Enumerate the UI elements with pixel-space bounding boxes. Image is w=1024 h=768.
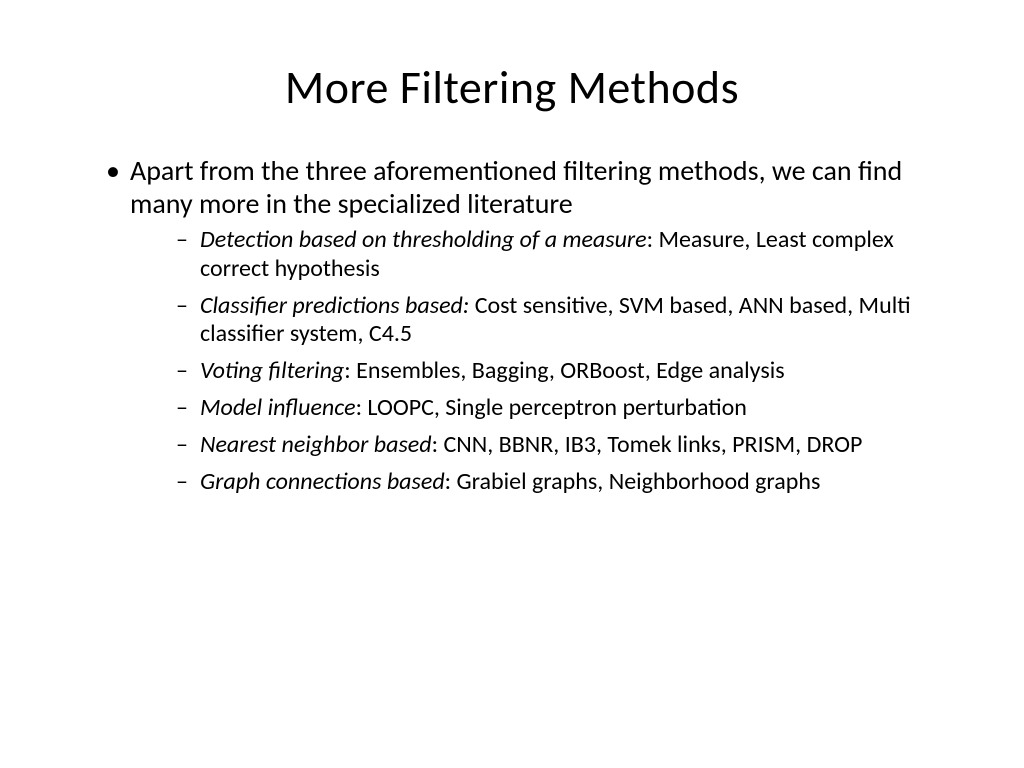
sub-item-label: Graph connections based — [200, 467, 445, 496]
sub-item-label: Detection based on thresholding of a mea… — [200, 225, 647, 254]
main-bullet: Apart from the three aforementioned filt… — [100, 154, 944, 496]
sub-item-text: : LOOPC, Single perceptron perturbation — [356, 393, 747, 422]
sub-item: Detection based on thresholding of a mea… — [170, 226, 944, 284]
slide-title: More Filtering Methods — [80, 60, 944, 116]
sub-item: Voting filtering: Ensembles, Bagging, OR… — [170, 357, 944, 386]
sub-item-label: Nearest neighbor based — [200, 430, 432, 459]
sub-list: Detection based on thresholding of a mea… — [130, 226, 944, 496]
sub-item-text: : CNN, BBNR, IB3, Tomek links, PRISM, DR… — [432, 430, 863, 459]
sub-item-label: Model influence — [200, 393, 356, 422]
sub-item-text: : Grabiel graphs, Neighborhood graphs — [445, 467, 821, 496]
sub-item: Nearest neighbor based: CNN, BBNR, IB3, … — [170, 431, 944, 460]
sub-item-label: Classifier predictions based: — [200, 291, 469, 320]
sub-item: Graph connections based: Grabiel graphs,… — [170, 468, 944, 497]
sub-item: Model influence: LOOPC, Single perceptro… — [170, 394, 944, 423]
main-bullet-text: Apart from the three aforementioned filt… — [130, 153, 902, 221]
main-list: Apart from the three aforementioned filt… — [80, 154, 944, 496]
sub-item: Classifier predictions based: Cost sensi… — [170, 292, 944, 350]
sub-item-label: Voting filtering — [200, 356, 344, 385]
sub-item-text: : Ensembles, Bagging, ORBoost, Edge anal… — [344, 356, 784, 385]
